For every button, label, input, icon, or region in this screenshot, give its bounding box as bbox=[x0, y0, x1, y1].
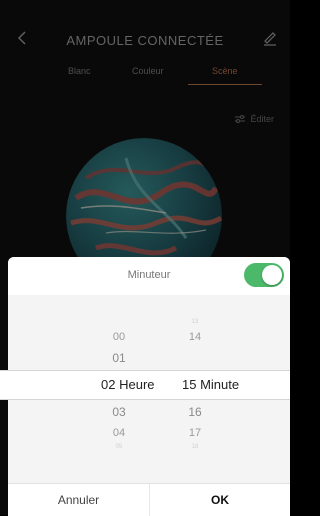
selected-minute-value: 15 bbox=[182, 377, 197, 392]
selected-hour-value: 02 bbox=[101, 377, 116, 392]
time-picker[interactable]: 00 01 03 04 05 13 14 16 17 18 02 Heure 1… bbox=[0, 297, 290, 483]
app-screen: AMPOULE CONNECTÉE Blanc Couleur Scène Éd… bbox=[0, 0, 290, 516]
toggle-knob bbox=[262, 265, 282, 285]
cancel-button[interactable]: Annuler bbox=[8, 484, 149, 516]
minute-unit-label: Minute bbox=[200, 377, 240, 392]
hour-option[interactable]: 00 bbox=[104, 331, 134, 343]
hour-option[interactable]: 01 bbox=[104, 351, 134, 365]
minute-option[interactable]: 13 bbox=[180, 319, 210, 325]
hour-option[interactable]: 05 bbox=[104, 444, 134, 450]
minute-option[interactable]: 14 bbox=[180, 331, 210, 343]
minute-option[interactable]: 17 bbox=[180, 427, 210, 439]
timer-sheet-header: Minuteur bbox=[8, 257, 290, 295]
timer-sheet: Minuteur 00 01 03 04 05 13 14 16 17 18 0… bbox=[0, 257, 290, 516]
minute-option[interactable]: 18 bbox=[180, 444, 210, 450]
hour-option[interactable]: 04 bbox=[104, 427, 134, 439]
selected-hour: 02 Heure bbox=[101, 377, 155, 392]
sheet-footer: Annuler OK bbox=[8, 483, 290, 516]
ok-button[interactable]: OK bbox=[149, 484, 290, 516]
hour-unit-label: Heure bbox=[119, 377, 155, 392]
timer-toggle[interactable] bbox=[244, 263, 284, 287]
selected-minute: 15 Minute bbox=[182, 377, 239, 392]
minute-option[interactable]: 16 bbox=[180, 405, 210, 419]
hour-option[interactable]: 03 bbox=[104, 405, 134, 419]
